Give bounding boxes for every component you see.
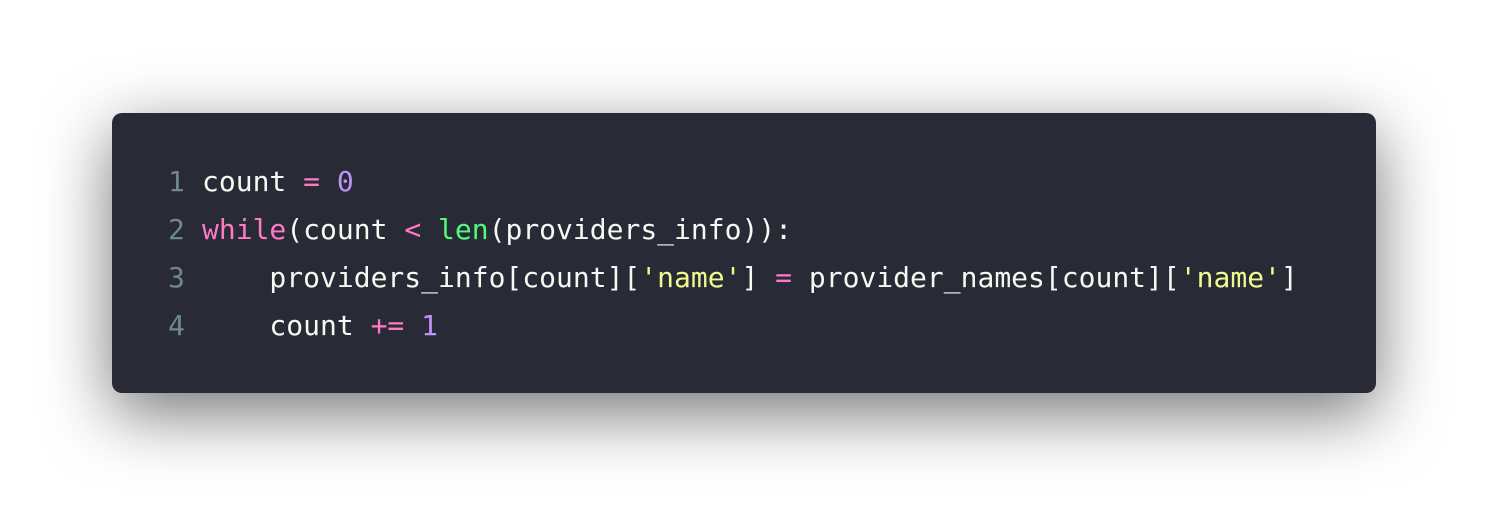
code-token-plain: (providers_info)):: [488, 212, 793, 246]
line-number: 3: [168, 260, 185, 294]
line-number: 4: [168, 308, 185, 342]
line-number: 2: [168, 212, 185, 246]
code-token-operator: =: [303, 164, 321, 198]
code-line: 3 providers_info[count]['name'] = provid…: [168, 253, 1356, 301]
code-line: 4 count += 1: [168, 301, 1356, 349]
line-code: providers_info[count]['name'] = provider…: [202, 260, 1298, 294]
code-token-builtin: len: [438, 212, 489, 246]
code-token-plain: count: [202, 164, 304, 198]
code-body: 1 count = 0 2 while(count < len(providers_i…: [168, 157, 1356, 349]
code-line: 2 while(count < len(providers_info)):: [168, 205, 1356, 253]
line-number: 1: [168, 164, 185, 198]
code-token-plain: providers_info[count][: [202, 260, 641, 294]
line-code: count += 1: [202, 309, 438, 342]
code-token-string: 'name': [640, 260, 742, 294]
code-token-operator: <: [404, 212, 422, 246]
code-line: 1 count = 0: [168, 157, 1356, 205]
code-token-plain: count: [202, 308, 371, 342]
code-token-plain: ]: [1280, 260, 1298, 294]
code-token-plain: (count: [286, 212, 405, 246]
code-token-string: 'name': [1179, 260, 1281, 294]
line-code: count = 0: [202, 165, 354, 198]
code-token-operator: +=: [370, 308, 405, 342]
code-token-number: 1: [421, 308, 439, 342]
line-code: while(count < len(providers_info)):: [202, 213, 792, 246]
code-token-keyword: while: [202, 212, 287, 246]
code-block: 1 count = 0 2 while(count < len(providers_i…: [112, 113, 1376, 393]
code-token-number: 0: [336, 164, 354, 198]
canvas: 1 count = 0 2 while(count < len(providers_i…: [0, 0, 1488, 506]
code-token-plain: ]: [741, 260, 776, 294]
code-token-plain: provider_names[count][: [792, 260, 1180, 294]
code-token-operator: =: [775, 260, 793, 294]
